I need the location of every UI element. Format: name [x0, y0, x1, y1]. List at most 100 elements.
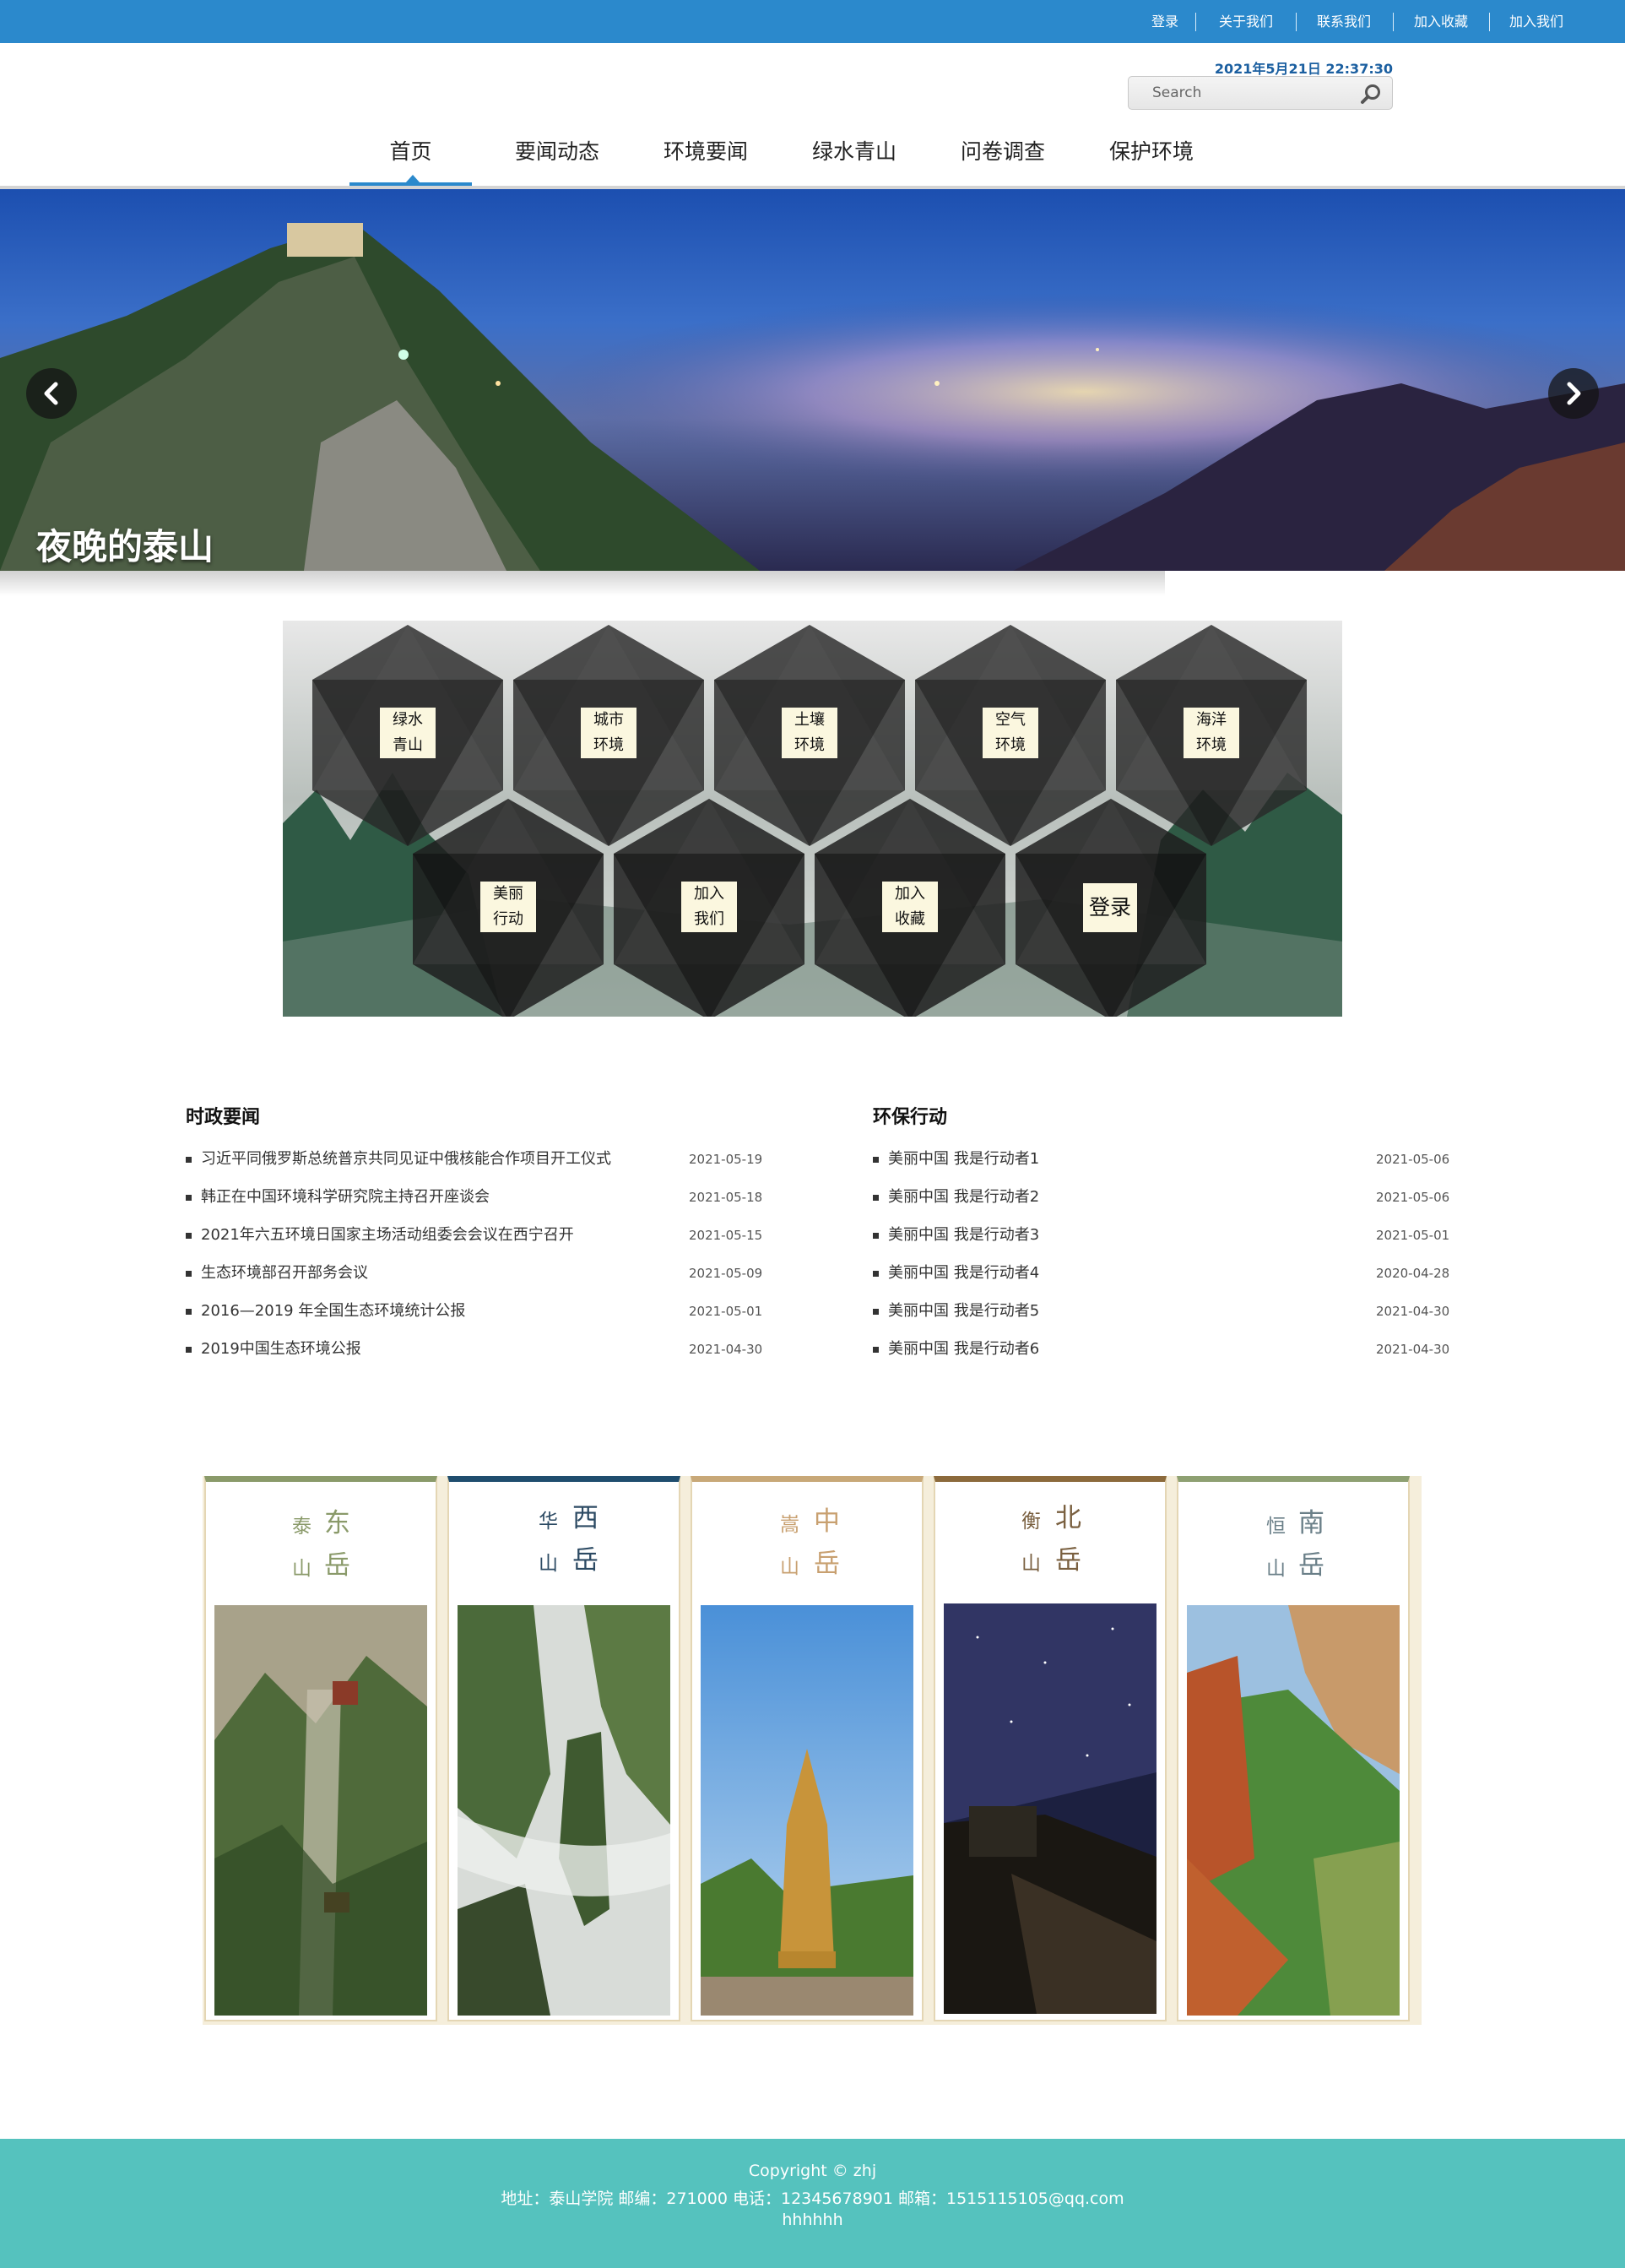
top-link-join[interactable]: 加入我们 — [1509, 0, 1563, 43]
hex-label: 海洋 环境 — [1184, 708, 1239, 758]
chevron-left-icon — [44, 382, 58, 405]
top-link-divider — [1296, 13, 1297, 31]
mountain-name-char: 衡 — [1021, 1511, 1041, 1533]
news-link[interactable]: 韩正在中国环境科学研究院主持召开座谈会 — [201, 1186, 490, 1209]
hex-add-favorite[interactable]: 加入 收藏 — [815, 799, 1005, 1017]
search-icon[interactable] — [1357, 81, 1385, 106]
banner-photo — [0, 189, 1625, 571]
mountain-name-char: 山 — [780, 1556, 799, 1578]
news-date: 2021-05-15 — [689, 1228, 763, 1243]
news-link[interactable]: 美丽中国 我是行动者5 — [888, 1299, 1039, 1323]
mountain-title-char: 岳 — [1055, 1545, 1081, 1576]
news-link[interactable]: 美丽中国 我是行动者2 — [888, 1186, 1039, 1209]
news-date: 2021-05-06 — [1376, 1190, 1450, 1205]
news-item[interactable]: 美丽中国 我是行动者5 2021-04-30 — [873, 1299, 1449, 1323]
news-item[interactable]: 美丽中国 我是行动者4 2020-04-28 — [873, 1262, 1449, 1285]
mountain-title-char: 东 — [324, 1508, 350, 1538]
main-nav: 首页 要闻动态 环境要闻 绿水青山 问卷调查 保护环境 — [349, 118, 1244, 186]
nav-protect-environment[interactable]: 保护环境 — [1109, 118, 1194, 186]
politics-news-section: 时政要闻 习近平同俄罗斯总统普京共同见证中俄核能合作项目开工仪式 2021-05… — [186, 1102, 762, 1358]
bullet — [873, 1195, 879, 1201]
bullet — [873, 1271, 879, 1277]
news-item[interactable]: 美丽中国 我是行动者2 2021-05-06 — [873, 1186, 1450, 1209]
chevron-right-icon — [1567, 382, 1581, 405]
bullet — [186, 1347, 192, 1353]
mountain-title-char: 西 — [572, 1503, 599, 1533]
news-item[interactable]: 习近平同俄罗斯总统普京共同见证中俄核能合作项目开工仪式 2021-05-19 — [186, 1148, 763, 1171]
footer: Copyright © zhj 地址：泰山学院 邮编：271000 电话：123… — [0, 2139, 1625, 2268]
hex-label: 城市 环境 — [581, 708, 636, 758]
bullet — [873, 1157, 879, 1163]
news-item[interactable]: 2021年六五环境日国家主场活动组委会会议在西宁召开 2021-05-15 — [186, 1224, 763, 1247]
news-link[interactable]: 美丽中国 我是行动者1 — [888, 1148, 1039, 1171]
mountain-card-east[interactable]: 泰 山 东 岳 — [204, 1476, 437, 2021]
mountain-title-char: 岳 — [324, 1550, 350, 1581]
hex-label: 加入 我们 — [681, 882, 737, 932]
mountain-card-west[interactable]: 华 山 西 岳 — [447, 1476, 680, 2021]
banner-shadow — [0, 571, 1165, 596]
news-item[interactable]: 美丽中国 我是行动者1 2021-05-06 — [873, 1148, 1449, 1171]
news-link[interactable]: 2021年六五环境日国家主场活动组委会会议在西宁召开 — [201, 1224, 574, 1247]
mountain-name-char: 嵩 — [780, 1514, 799, 1536]
mountain-photo — [1187, 1605, 1400, 2016]
news-link[interactable]: 2016—2019 年全国生态环境统计公报 — [201, 1299, 465, 1323]
hex-label: 绿水 青山 — [380, 708, 436, 758]
category-hex-menu: 绿水 青山 城市 环境 土壤 环境 空气 环境 海洋 环境 美丽 行动 加入 我… — [283, 621, 1342, 1017]
news-item[interactable]: 2019中国生态环境公报 2021-04-30 — [186, 1337, 762, 1361]
mountain-card-north[interactable]: 衡 山 北 岳 — [934, 1476, 1167, 2021]
hex-join-us[interactable]: 加入 我们 — [614, 799, 804, 1017]
search-box — [1128, 76, 1393, 110]
section-title: 时政要闻 — [186, 1107, 261, 1128]
nav-home[interactable]: 首页 — [349, 118, 472, 186]
news-link[interactable]: 习近平同俄罗斯总统普京共同见证中俄核能合作项目开工仪式 — [201, 1148, 611, 1171]
section-title: 环保行动 — [873, 1107, 948, 1128]
mountain-card-central[interactable]: 嵩 山 中 岳 — [691, 1476, 924, 2021]
bullet — [873, 1233, 879, 1239]
news-date: 2021-05-18 — [689, 1190, 763, 1205]
nav-survey[interactable]: 问卷调查 — [961, 118, 1045, 186]
news-link[interactable]: 生态环境部召开部务会议 — [201, 1262, 368, 1285]
mountain-name-char: 泰 — [292, 1516, 311, 1538]
news-link[interactable]: 美丽中国 我是行动者4 — [888, 1262, 1039, 1285]
news-date: 2021-05-19 — [689, 1152, 763, 1167]
nav-news[interactable]: 要闻动态 — [515, 118, 599, 186]
news-link[interactable]: 美丽中国 我是行动者3 — [888, 1224, 1039, 1247]
footer-copyright: Copyright © zhj — [748, 2162, 877, 2180]
top-link-favorite[interactable]: 加入收藏 — [1414, 0, 1468, 43]
mountain-name-char: 恒 — [1266, 1516, 1286, 1538]
top-bar: 登录 关于我们 联系我们 加入收藏 加入我们 — [0, 0, 1625, 43]
hex-login[interactable]: 登录 — [1016, 799, 1206, 1017]
news-link[interactable]: 美丽中国 我是行动者6 — [888, 1337, 1039, 1361]
banner-caption: 夜晚的泰山 — [36, 526, 214, 567]
news-item[interactable]: 生态环境部召开部务会议 2021-05-09 — [186, 1262, 763, 1285]
banner-next-button[interactable] — [1548, 368, 1599, 419]
mountain-title-char: 岳 — [814, 1549, 840, 1579]
news-date: 2021-05-01 — [1376, 1228, 1450, 1243]
hex-label: 登录 — [1083, 883, 1137, 932]
top-link-divider — [1393, 13, 1394, 31]
top-link-contact[interactable]: 联系我们 — [1317, 0, 1371, 43]
news-item[interactable]: 韩正在中国环境科学研究院主持召开座谈会 2021-05-18 — [186, 1186, 763, 1209]
news-date: 2021-05-09 — [689, 1266, 763, 1281]
search-input[interactable] — [1152, 83, 1338, 103]
news-item[interactable]: 2016—2019 年全国生态环境统计公报 2021-05-01 — [186, 1299, 762, 1323]
top-link-divider — [1195, 13, 1196, 31]
hex-beautiful-action[interactable]: 美丽 行动 — [413, 799, 604, 1017]
footer-address: 地址：泰山学院 邮编：271000 电话：12345678901 邮箱：1515… — [501, 2189, 1124, 2208]
news-item[interactable]: 美丽中国 我是行动者6 2021-04-30 — [873, 1337, 1449, 1361]
bullet — [186, 1309, 192, 1315]
banner-prev-button[interactable] — [26, 368, 77, 419]
five-mountains-gallery: 泰 山 东 岳 华 山 西 岳 嵩 山 中 岳 衡 山 北 岳 恒 山 南 岳 — [203, 1476, 1422, 2025]
mountain-title-char: 中 — [814, 1506, 840, 1537]
mountain-name-char: 山 — [292, 1558, 311, 1580]
news-link[interactable]: 2019中国生态环境公报 — [201, 1337, 361, 1361]
top-links: 登录 关于我们 联系我们 加入收藏 加入我们 — [1034, 0, 1625, 43]
footer-extra: hhhhhh — [782, 2211, 843, 2229]
news-item[interactable]: 美丽中国 我是行动者3 2021-05-01 — [873, 1224, 1450, 1247]
nav-green-mountains[interactable]: 绿水青山 — [812, 118, 896, 186]
nav-environment-news[interactable]: 环境要闻 — [664, 118, 748, 186]
top-link-about[interactable]: 关于我们 — [1219, 0, 1273, 43]
mountain-card-south[interactable]: 恒 山 南 岳 — [1177, 1476, 1410, 2021]
top-link-login[interactable]: 登录 — [1151, 0, 1178, 43]
mountain-title-char: 南 — [1298, 1508, 1324, 1538]
